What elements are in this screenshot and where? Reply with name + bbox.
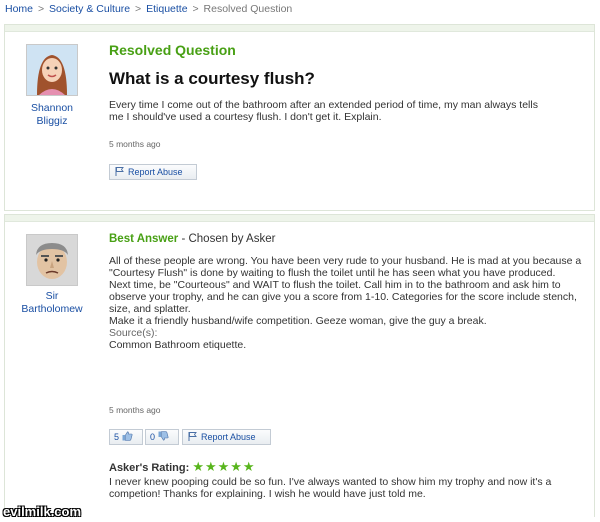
sources-label: Source(s): [109, 327, 158, 339]
answer-panel: Sir Bartholomew Best Answer - Chosen by … [4, 214, 595, 517]
panel-top-bar [5, 25, 594, 32]
answerer-name[interactable]: Sir Bartholomew [11, 290, 93, 316]
answer-paragraph: All of these people are wrong. You have … [109, 255, 582, 279]
breadcrumb: Home > Society & Culture > Etiquette > R… [5, 3, 292, 15]
asker-first-name[interactable]: Shannon [11, 102, 93, 115]
asker-rating: Asker's Rating: ★★★★★ [109, 459, 256, 475]
resolved-question-label: Resolved Question [109, 42, 236, 58]
thumbs-up-button[interactable]: 5 [109, 429, 143, 445]
answerer-first-name[interactable]: Sir [11, 290, 93, 303]
question-timestamp: 5 months ago [109, 139, 161, 149]
chosen-by-text: - Chosen by Asker [181, 233, 276, 245]
flag-icon [188, 431, 197, 443]
answer-body: All of these people are wrong. You have … [109, 255, 585, 351]
watermark-logo: evilmilk.com [3, 504, 82, 519]
question-title: What is a courtesy flush? [109, 69, 315, 88]
answer-paragraph: Make it a friendly husband/wife competit… [109, 315, 487, 327]
thumbs-down-count: 0 [150, 432, 156, 442]
asker-avatar-image [27, 45, 77, 95]
thumbs-down-button[interactable]: 0 [145, 429, 179, 445]
breadcrumb-separator: > [135, 3, 142, 15]
report-abuse-button[interactable]: Report Abuse [109, 164, 197, 180]
thumbs-up-count: 5 [114, 432, 120, 442]
answer-report-abuse-button[interactable]: Report Abuse [182, 429, 271, 445]
asker-rating-label: Asker's Rating: [109, 462, 190, 474]
breadcrumb-category-link[interactable]: Society & Culture [49, 3, 130, 15]
answerer-avatar-image [27, 235, 77, 285]
best-answer-header: Best Answer - Chosen by Asker [109, 233, 275, 245]
breadcrumb-subcategory-link[interactable]: Etiquette [146, 3, 187, 15]
asker-avatar[interactable] [26, 44, 78, 96]
breadcrumb-current: Resolved Question [203, 3, 293, 15]
best-answer-label: Best Answer [109, 233, 179, 245]
panel-top-bar [5, 215, 594, 222]
answer-timestamp: 5 months ago [109, 405, 161, 415]
flag-icon [115, 166, 124, 178]
answerer-last-name[interactable]: Bartholomew [11, 303, 93, 316]
asker-name[interactable]: Shannon Bliggiz [11, 102, 93, 128]
question-body: Every time I come out of the bathroom af… [109, 99, 538, 123]
question-panel: Shannon Bliggiz Resolved Question What i… [4, 24, 595, 211]
report-abuse-label: Report Abuse [128, 167, 183, 177]
report-abuse-label: Report Abuse [201, 432, 256, 442]
breadcrumb-separator: > [37, 3, 45, 15]
answerer-avatar[interactable] [26, 234, 78, 286]
rating-comment: I never knew pooping could be so fun. I'… [109, 476, 552, 500]
thumbs-up-icon [122, 431, 133, 443]
source-text: Common Bathroom etiquette. [109, 339, 247, 351]
thumbs-down-icon [158, 431, 169, 443]
answer-paragraph: Next time, be "Courteous" and WAIT to fl… [109, 279, 577, 315]
breadcrumb-separator: > [192, 3, 199, 15]
asker-last-name[interactable]: Bliggiz [11, 115, 93, 128]
rating-stars-icon: ★★★★★ [192, 459, 256, 474]
breadcrumb-home-link[interactable]: Home [5, 3, 33, 15]
